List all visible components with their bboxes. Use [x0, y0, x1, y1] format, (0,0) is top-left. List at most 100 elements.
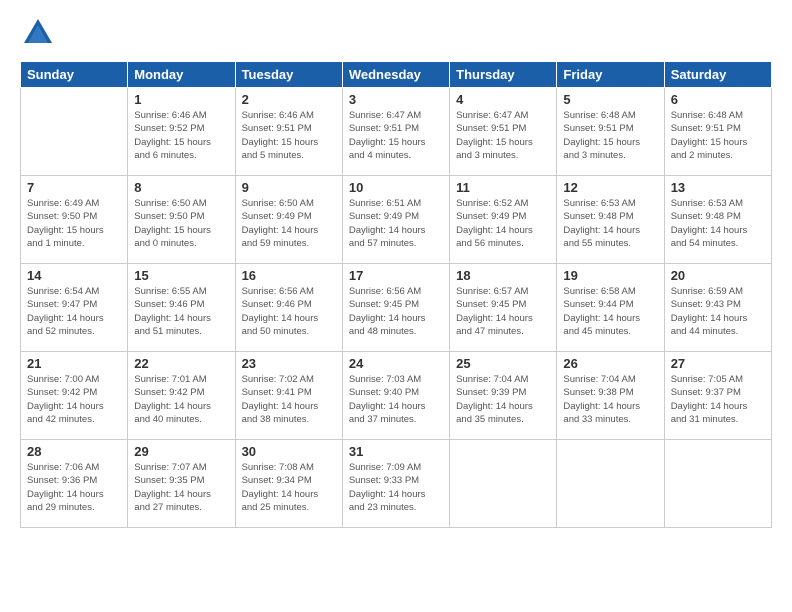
day-number: 25 — [456, 356, 550, 371]
day-number: 6 — [671, 92, 765, 107]
calendar-cell: 6 Sunrise: 6:48 AM Sunset: 9:51 PM Daylig… — [664, 88, 771, 176]
week-row-5: 28 Sunrise: 7:06 AM Sunset: 9:36 PM Dayli… — [21, 440, 772, 528]
day-number: 13 — [671, 180, 765, 195]
day-of-week-sunday: Sunday — [21, 62, 128, 88]
day-of-week-saturday: Saturday — [664, 62, 771, 88]
calendar-cell: 27 Sunrise: 7:05 AM Sunset: 9:37 PM Dayli… — [664, 352, 771, 440]
calendar-cell: 5 Sunrise: 6:48 AM Sunset: 9:51 PM Daylig… — [557, 88, 664, 176]
day-info: Sunrise: 6:46 AM Sunset: 9:52 PM Dayligh… — [134, 109, 228, 162]
day-info: Sunrise: 6:48 AM Sunset: 9:51 PM Dayligh… — [563, 109, 657, 162]
calendar-cell: 16 Sunrise: 6:56 AM Sunset: 9:46 PM Dayli… — [235, 264, 342, 352]
calendar-cell: 25 Sunrise: 7:04 AM Sunset: 9:39 PM Dayli… — [450, 352, 557, 440]
day-number: 17 — [349, 268, 443, 283]
header — [20, 15, 772, 51]
day-number: 11 — [456, 180, 550, 195]
calendar-cell: 24Sunrise: 7:03 AM Sunset: 9:40 PM Dayli… — [342, 352, 449, 440]
day-number: 1 — [134, 92, 228, 107]
day-number: 22 — [134, 356, 228, 371]
day-info: Sunrise: 7:09 AM Sunset: 9:33 PM Dayligh… — [349, 461, 443, 514]
day-number: 27 — [671, 356, 765, 371]
calendar-cell: 7 Sunrise: 6:49 AM Sunset: 9:50 PM Daylig… — [21, 176, 128, 264]
day-number: 29 — [134, 444, 228, 459]
day-number: 19 — [563, 268, 657, 283]
day-number: 12 — [563, 180, 657, 195]
day-number: 23 — [242, 356, 336, 371]
day-info: Sunrise: 7:01 AM Sunset: 9:42 PM Dayligh… — [134, 373, 228, 426]
day-info: Sunrise: 6:59 AM Sunset: 9:43 PM Dayligh… — [671, 285, 765, 338]
calendar-cell: 9Sunrise: 6:50 AM Sunset: 9:49 PM Daylig… — [235, 176, 342, 264]
calendar-cell: 23 Sunrise: 7:02 AM Sunset: 9:41 PM Dayli… — [235, 352, 342, 440]
calendar-cell: 13 Sunrise: 6:53 AM Sunset: 9:48 PM Dayli… — [664, 176, 771, 264]
calendar-cell: 11Sunrise: 6:52 AM Sunset: 9:49 PM Dayli… — [450, 176, 557, 264]
day-of-week-wednesday: Wednesday — [342, 62, 449, 88]
day-of-week-thursday: Thursday — [450, 62, 557, 88]
calendar-cell: 29 Sunrise: 7:07 AM Sunset: 9:35 PM Dayli… — [128, 440, 235, 528]
calendar-cell: 1 Sunrise: 6:46 AM Sunset: 9:52 PM Daylig… — [128, 88, 235, 176]
day-info: Sunrise: 7:02 AM Sunset: 9:41 PM Dayligh… — [242, 373, 336, 426]
day-info: Sunrise: 7:05 AM Sunset: 9:37 PM Dayligh… — [671, 373, 765, 426]
calendar-cell: 26Sunrise: 7:04 AM Sunset: 9:38 PM Dayli… — [557, 352, 664, 440]
day-info: Sunrise: 7:04 AM Sunset: 9:38 PM Dayligh… — [563, 373, 657, 426]
day-info: Sunrise: 6:47 AM Sunset: 9:51 PM Dayligh… — [456, 109, 550, 162]
day-info: Sunrise: 7:04 AM Sunset: 9:39 PM Dayligh… — [456, 373, 550, 426]
day-info: Sunrise: 6:50 AM Sunset: 9:49 PM Dayligh… — [242, 197, 336, 250]
day-info: Sunrise: 6:49 AM Sunset: 9:50 PM Dayligh… — [27, 197, 121, 250]
day-info: Sunrise: 6:55 AM Sunset: 9:46 PM Dayligh… — [134, 285, 228, 338]
day-number: 31 — [349, 444, 443, 459]
day-number: 5 — [563, 92, 657, 107]
day-info: Sunrise: 6:46 AM Sunset: 9:51 PM Dayligh… — [242, 109, 336, 162]
day-number: 14 — [27, 268, 121, 283]
day-of-week-monday: Monday — [128, 62, 235, 88]
day-info: Sunrise: 6:51 AM Sunset: 9:49 PM Dayligh… — [349, 197, 443, 250]
day-number: 30 — [242, 444, 336, 459]
day-number: 2 — [242, 92, 336, 107]
calendar-cell — [664, 440, 771, 528]
calendar-cell: 12Sunrise: 6:53 AM Sunset: 9:48 PM Dayli… — [557, 176, 664, 264]
day-info: Sunrise: 6:56 AM Sunset: 9:46 PM Dayligh… — [242, 285, 336, 338]
day-number: 10 — [349, 180, 443, 195]
day-info: Sunrise: 7:03 AM Sunset: 9:40 PM Dayligh… — [349, 373, 443, 426]
day-number: 4 — [456, 92, 550, 107]
week-row-4: 21Sunrise: 7:00 AM Sunset: 9:42 PM Dayli… — [21, 352, 772, 440]
calendar-cell: 8Sunrise: 6:50 AM Sunset: 9:50 PM Daylig… — [128, 176, 235, 264]
calendar-cell: 14 Sunrise: 6:54 AM Sunset: 9:47 PM Dayli… — [21, 264, 128, 352]
calendar-cell: 28 Sunrise: 7:06 AM Sunset: 9:36 PM Dayli… — [21, 440, 128, 528]
day-number: 8 — [134, 180, 228, 195]
calendar-cell: 17 Sunrise: 6:56 AM Sunset: 9:45 PM Dayli… — [342, 264, 449, 352]
week-row-3: 14 Sunrise: 6:54 AM Sunset: 9:47 PM Dayli… — [21, 264, 772, 352]
day-number: 15 — [134, 268, 228, 283]
calendar-cell: 30 Sunrise: 7:08 AM Sunset: 9:34 PM Dayli… — [235, 440, 342, 528]
page: SundayMondayTuesdayWednesdayThursdayFrid… — [0, 0, 792, 612]
day-info: Sunrise: 6:54 AM Sunset: 9:47 PM Dayligh… — [27, 285, 121, 338]
calendar-cell: 4 Sunrise: 6:47 AM Sunset: 9:51 PM Daylig… — [450, 88, 557, 176]
day-number: 16 — [242, 268, 336, 283]
day-number: 28 — [27, 444, 121, 459]
day-info: Sunrise: 7:08 AM Sunset: 9:34 PM Dayligh… — [242, 461, 336, 514]
calendar-cell — [557, 440, 664, 528]
week-row-2: 7 Sunrise: 6:49 AM Sunset: 9:50 PM Daylig… — [21, 176, 772, 264]
calendar-cell: 15 Sunrise: 6:55 AM Sunset: 9:46 PM Dayli… — [128, 264, 235, 352]
calendar-cell — [21, 88, 128, 176]
calendar-header-row: SundayMondayTuesdayWednesdayThursdayFrid… — [21, 62, 772, 88]
calendar-cell: 2 Sunrise: 6:46 AM Sunset: 9:51 PM Daylig… — [235, 88, 342, 176]
logo — [20, 15, 62, 51]
day-number: 3 — [349, 92, 443, 107]
day-of-week-friday: Friday — [557, 62, 664, 88]
day-info: Sunrise: 6:57 AM Sunset: 9:45 PM Dayligh… — [456, 285, 550, 338]
day-number: 18 — [456, 268, 550, 283]
calendar-cell: 3 Sunrise: 6:47 AM Sunset: 9:51 PM Daylig… — [342, 88, 449, 176]
day-info: Sunrise: 7:07 AM Sunset: 9:35 PM Dayligh… — [134, 461, 228, 514]
day-number: 20 — [671, 268, 765, 283]
day-info: Sunrise: 7:06 AM Sunset: 9:36 PM Dayligh… — [27, 461, 121, 514]
day-info: Sunrise: 7:00 AM Sunset: 9:42 PM Dayligh… — [27, 373, 121, 426]
calendar-cell: 10 Sunrise: 6:51 AM Sunset: 9:49 PM Dayli… — [342, 176, 449, 264]
day-info: Sunrise: 6:48 AM Sunset: 9:51 PM Dayligh… — [671, 109, 765, 162]
day-number: 7 — [27, 180, 121, 195]
day-of-week-tuesday: Tuesday — [235, 62, 342, 88]
day-info: Sunrise: 6:53 AM Sunset: 9:48 PM Dayligh… — [671, 197, 765, 250]
calendar-cell: 31 Sunrise: 7:09 AM Sunset: 9:33 PM Dayli… — [342, 440, 449, 528]
day-info: Sunrise: 6:56 AM Sunset: 9:45 PM Dayligh… — [349, 285, 443, 338]
calendar-cell: 22 Sunrise: 7:01 AM Sunset: 9:42 PM Dayli… — [128, 352, 235, 440]
day-info: Sunrise: 6:47 AM Sunset: 9:51 PM Dayligh… — [349, 109, 443, 162]
day-info: Sunrise: 6:58 AM Sunset: 9:44 PM Dayligh… — [563, 285, 657, 338]
